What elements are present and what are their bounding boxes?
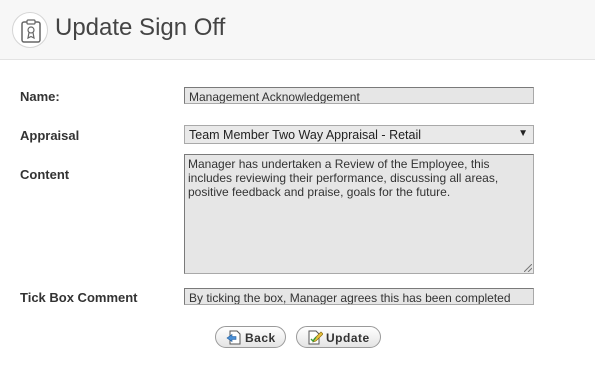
content-text: Manager has undertaken a Review of the E… <box>188 157 499 199</box>
resize-grip-icon[interactable] <box>524 264 532 272</box>
content-textarea[interactable]: Manager has undertaken a Review of the E… <box>184 154 534 274</box>
appraisal-select[interactable]: Team Member Two Way Appraisal - Retail ▼ <box>184 125 534 144</box>
back-button-label: Back <box>245 331 276 345</box>
tick-box-comment-label: Tick Box Comment <box>20 290 138 305</box>
appraisal-select-value: Team Member Two Way Appraisal - Retail <box>189 128 422 142</box>
name-field[interactable]: Management Acknowledgement <box>184 87 534 104</box>
certificate-icon <box>12 12 48 48</box>
page-header: Update Sign Off <box>0 0 595 60</box>
appraisal-label: Appraisal <box>20 128 80 143</box>
edit-page-icon <box>307 330 324 348</box>
update-button-label: Update <box>326 331 370 345</box>
tick-box-comment-field[interactable]: By ticking the box, Manager agrees this … <box>184 288 534 305</box>
content-label: Content <box>20 167 70 182</box>
dropdown-arrow-icon[interactable]: ▼ <box>518 128 528 139</box>
back-button[interactable]: Back <box>215 326 286 348</box>
back-page-icon <box>226 330 242 348</box>
update-button[interactable]: Update <box>296 326 381 348</box>
page-title: Update Sign Off <box>55 14 226 41</box>
name-label: Name: <box>20 89 60 104</box>
